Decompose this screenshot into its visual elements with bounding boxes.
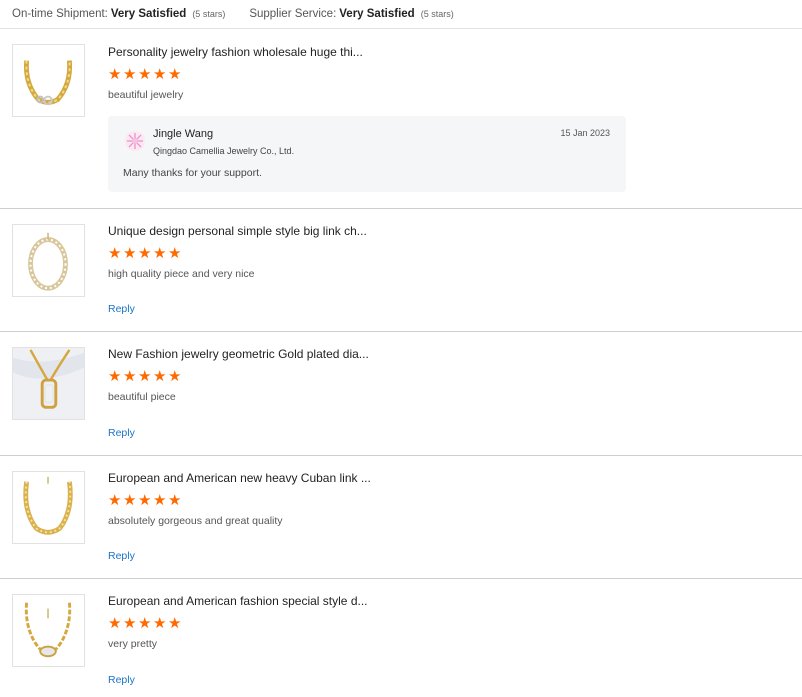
product-title[interactable]: Personality jewelry fashion wholesale hu… (108, 45, 790, 59)
star-rating: ★ ★ ★ ★ ★ (108, 245, 790, 262)
product-thumbnail[interactable] (12, 471, 85, 544)
star-icon: ★ (138, 615, 152, 632)
review-item: Unique design personal simple style big … (0, 209, 802, 332)
star-icon: ★ (138, 368, 152, 385)
star-rating: ★ ★ ★ ★ ★ (108, 492, 790, 509)
star-icon: ★ (168, 492, 182, 509)
star-icon: ★ (108, 615, 122, 632)
reply-link[interactable]: Reply (108, 427, 135, 439)
supplier-name: Jingle Wang (153, 128, 214, 140)
review-item: New Fashion jewelry geometric Gold plate… (0, 332, 802, 456)
service-rating-label: Supplier Service: (249, 8, 337, 20)
supplier-reply: Jingle Wang Qingdao Camellia Jewelry Co.… (108, 116, 626, 192)
star-icon: ★ (123, 245, 137, 262)
supplier-company: Qingdao Camellia Jewelry Co., Ltd. (153, 146, 295, 156)
review-item: European and American fashion special st… (0, 579, 802, 697)
star-rating: ★ ★ ★ ★ ★ (108, 368, 790, 385)
product-title[interactable]: European and American new heavy Cuban li… (108, 471, 790, 485)
shipment-rating-value: Very Satisfied (110, 8, 187, 20)
review-comment: beautiful piece (108, 391, 176, 403)
star-icon: ★ (153, 368, 167, 385)
avatar (125, 131, 145, 151)
product-title[interactable]: European and American fashion special st… (108, 594, 790, 608)
ratings-summary: On-time Shipment: Very Satisfied (5 star… (0, 0, 802, 29)
review-comment: high quality piece and very nice (108, 268, 255, 280)
service-rating: Supplier Service: Very Satisfied (5 star… (249, 8, 453, 20)
star-icon: ★ (168, 368, 182, 385)
star-icon: ★ (123, 615, 137, 632)
review-comment: beautiful jewelry (108, 89, 184, 101)
star-icon: ★ (153, 245, 167, 262)
star-icon: ★ (138, 66, 152, 83)
reply-date: 15 Jan 2023 (560, 128, 610, 138)
star-icon: ★ (138, 492, 152, 509)
review-comment: absolutely gorgeous and great quality (108, 515, 283, 527)
star-icon: ★ (153, 66, 167, 83)
star-icon: ★ (138, 245, 152, 262)
product-thumbnail[interactable] (12, 44, 85, 117)
star-rating: ★ ★ ★ ★ ★ (108, 66, 790, 83)
star-icon: ★ (168, 66, 182, 83)
star-rating: ★ ★ ★ ★ ★ (108, 615, 790, 632)
reply-text: Many thanks for your support. (123, 167, 262, 179)
reply-link[interactable]: Reply (108, 303, 135, 315)
shipment-rating-stars: (5 stars) (192, 9, 226, 19)
product-title[interactable]: Unique design personal simple style big … (108, 224, 790, 238)
product-thumbnail[interactable] (12, 594, 85, 667)
review-item: Personality jewelry fashion wholesale hu… (0, 29, 802, 209)
reply-link[interactable]: Reply (108, 550, 135, 562)
shipment-rating-label: On-time Shipment: (12, 8, 108, 20)
star-icon: ★ (153, 615, 167, 632)
star-icon: ★ (108, 245, 122, 262)
star-icon: ★ (123, 368, 137, 385)
star-icon: ★ (153, 492, 167, 509)
star-icon: ★ (123, 492, 137, 509)
star-icon: ★ (108, 492, 122, 509)
review-comment: very pretty (108, 638, 158, 650)
star-icon: ★ (123, 66, 137, 83)
star-icon: ★ (168, 245, 182, 262)
star-icon: ★ (168, 615, 182, 632)
star-icon: ★ (108, 66, 122, 83)
reply-link[interactable]: Reply (108, 674, 135, 686)
review-item: European and American new heavy Cuban li… (0, 456, 802, 579)
product-thumbnail[interactable] (12, 224, 85, 297)
service-rating-value: Very Satisfied (339, 8, 415, 20)
star-icon: ★ (108, 368, 122, 385)
shipment-rating: On-time Shipment: Very Satisfied (5 star… (12, 8, 225, 20)
service-rating-stars: (5 stars) (420, 9, 454, 19)
product-thumbnail[interactable] (12, 347, 85, 420)
product-title[interactable]: New Fashion jewelry geometric Gold plate… (108, 347, 790, 361)
